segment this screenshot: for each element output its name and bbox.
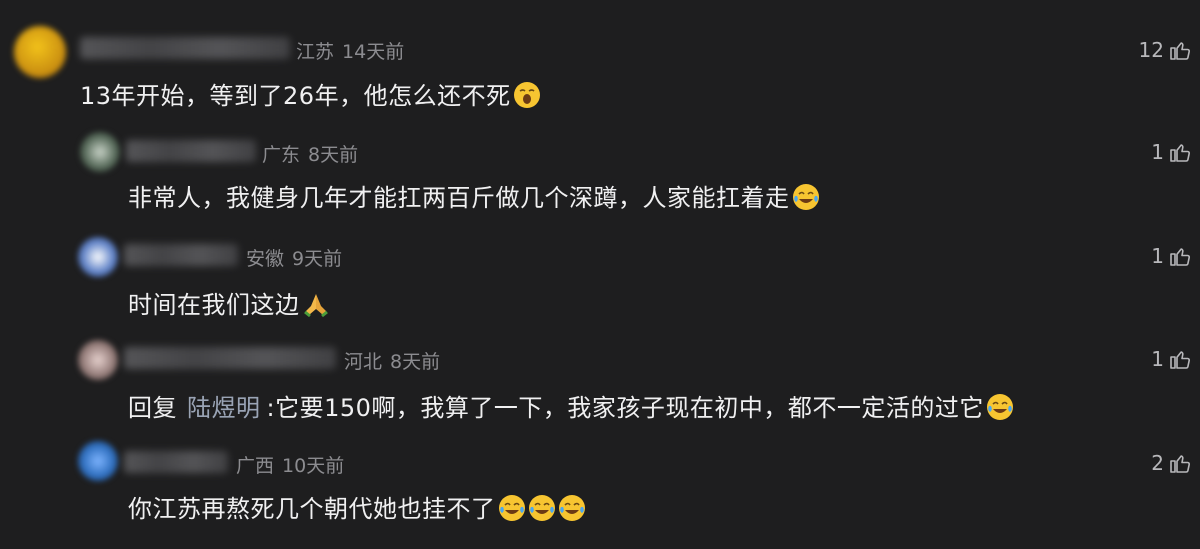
avatar[interactable] <box>78 441 118 481</box>
avatar[interactable] <box>80 132 120 172</box>
yawning-face-icon <box>513 82 540 108</box>
comment-text: 回复 陆煜明:它要150啊，我算了一下，我家孩子现在初中，都不一定活的过它 <box>128 388 1014 423</box>
location-label: 江苏 <box>296 41 335 63</box>
thumbs-up-icon[interactable] <box>1168 140 1192 164</box>
comment-text: 你江苏再熬死几个朝代她也挂不了 <box>128 489 586 524</box>
username-blurred[interactable] <box>80 37 290 59</box>
comment-5[interactable]: 广西 10天前 你江苏再熬死几个朝代她也挂不了 2 <box>0 429 1200 549</box>
avatar[interactable] <box>78 237 118 277</box>
comment-meta: 广西 10天前 <box>236 451 344 478</box>
thumbs-up-icon[interactable] <box>1168 451 1192 475</box>
like-control[interactable]: 1 <box>1151 244 1192 268</box>
thumbs-up-icon[interactable] <box>1168 347 1192 371</box>
comment-3[interactable]: 安徽 9天前 时间在我们这边 1 <box>0 223 1200 326</box>
like-control[interactable]: 2 <box>1151 451 1192 475</box>
like-control[interactable]: 1 <box>1151 347 1192 371</box>
laughing-tears-icon <box>792 184 819 210</box>
comment-meta: 安徽 9天前 <box>246 244 342 271</box>
time-label: 14天前 <box>342 41 405 63</box>
like-count: 1 <box>1151 347 1164 371</box>
comment-2[interactable]: 广东 8天前 非常人，我健身几年才能扛两百斤做几个深蹲，人家能扛着走 1 <box>0 120 1200 223</box>
username-blurred[interactable] <box>124 451 228 473</box>
like-control[interactable]: 12 <box>1139 38 1192 62</box>
laughing-tears-icon <box>558 495 585 521</box>
avatar[interactable] <box>78 340 118 380</box>
comment-meta: 广东 8天前 <box>262 140 358 167</box>
location-label: 广东 <box>262 144 301 166</box>
comment-4[interactable]: 河北 8天前 回复 陆煜明:它要150啊，我算了一下，我家孩子现在初中，都不一定活的… <box>0 326 1200 429</box>
comment-meta: 河北 8天前 <box>344 347 440 374</box>
username-blurred[interactable] <box>126 140 256 162</box>
comment-body: 时间在我们这边 <box>128 291 300 319</box>
time-label: 10天前 <box>282 455 345 477</box>
time-label: 8天前 <box>308 144 359 166</box>
like-control[interactable]: 1 <box>1151 140 1192 164</box>
reply-to-username[interactable]: 陆煜明 <box>187 394 261 422</box>
time-label: 9天前 <box>292 248 343 270</box>
like-count: 1 <box>1151 244 1164 268</box>
laughing-tears-icon <box>528 495 555 521</box>
username-blurred[interactable] <box>124 244 238 266</box>
comment-text: 时间在我们这边 <box>128 285 330 320</box>
like-count: 12 <box>1138 38 1164 62</box>
thumbs-up-icon[interactable] <box>1168 244 1192 268</box>
comment-meta: 江苏 14天前 <box>296 37 404 64</box>
thumbs-up-icon[interactable] <box>1168 38 1192 62</box>
praying-hands-icon <box>303 294 328 318</box>
location-label: 广西 <box>236 455 275 477</box>
username-blurred[interactable] <box>124 347 336 369</box>
comment-body: 非常人，我健身几年才能扛两百斤做几个深蹲，人家能扛着走 <box>128 184 790 212</box>
comment-text: 非常人，我健身几年才能扛两百斤做几个深蹲，人家能扛着走 <box>128 178 820 213</box>
reply-prefix: 回复 <box>128 394 177 422</box>
comment-text: 13年开始，等到了26年，他怎么还不死 <box>80 76 541 111</box>
like-count: 2 <box>1151 451 1164 475</box>
laughing-tears-icon <box>986 394 1013 420</box>
laughing-tears-icon <box>498 495 525 521</box>
comment-body: :它要150啊，我算了一下，我家孩子现在初中，都不一定活的过它 <box>266 394 984 422</box>
like-count: 1 <box>1151 140 1164 164</box>
time-label: 8天前 <box>390 351 441 373</box>
comment-1[interactable]: 江苏 14天前 13年开始，等到了26年，他怎么还不死 12 <box>0 0 1200 120</box>
comment-body: 你江苏再熬死几个朝代她也挂不了 <box>128 495 496 523</box>
location-label: 河北 <box>344 351 383 373</box>
avatar[interactable] <box>14 26 66 78</box>
comment-body: 13年开始，等到了26年，他怎么还不死 <box>80 82 511 110</box>
location-label: 安徽 <box>246 248 285 270</box>
